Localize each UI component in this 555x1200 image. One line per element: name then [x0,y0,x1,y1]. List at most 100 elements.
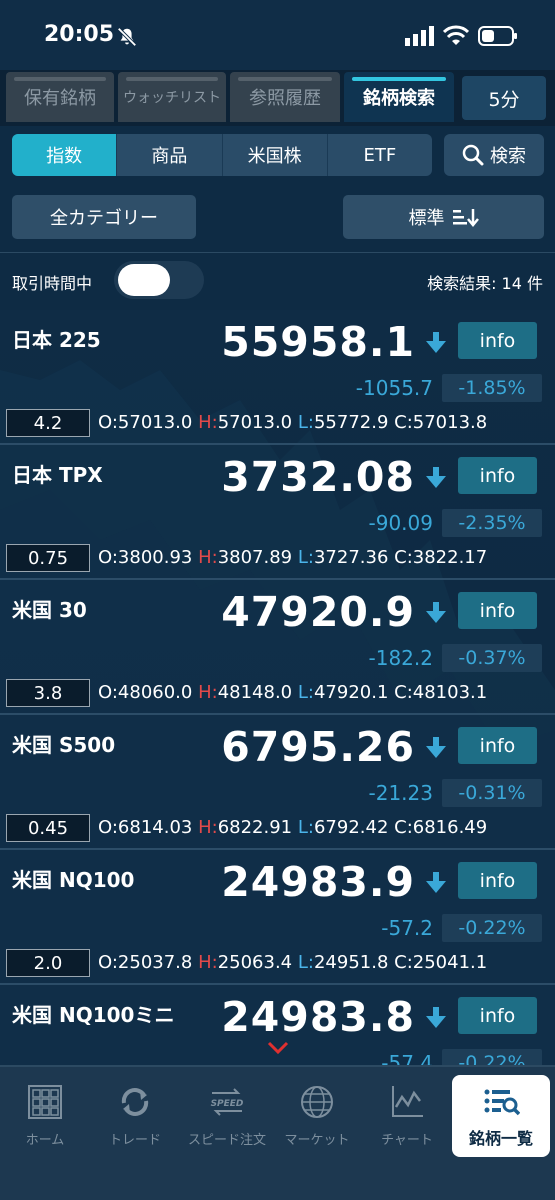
search-button[interactable]: 検索 [444,134,544,176]
instrument-price: 24983.8 [221,993,415,1041]
instrument-price: 6795.26 [221,723,415,771]
instrument-name: 日本 TPX [12,463,103,487]
open-value: 3800.93 [117,547,193,568]
info-button[interactable]: info [458,457,537,494]
wifi-icon [443,25,469,45]
instrument-row[interactable]: 米国 NQ100 24983.9 info -57.2 -0.22% 2.0 O… [0,850,555,985]
percent-change: -0.31% [442,779,542,807]
ohlc-values: O:57013.0 H:57013.0 L:55772.9 C:57013.8 [98,412,488,433]
instrument-name: 米国 30 [12,598,87,622]
segment-commodity[interactable]: 商品 [117,134,223,176]
chevron-down-icon[interactable] [266,1040,290,1056]
spread-value: 0.75 [6,544,90,572]
nav-chart[interactable]: チャート [362,1083,452,1153]
instrument-row[interactable]: 日本 TPX 3732.08 info -90.09 -2.35% 0.75 O… [0,445,555,580]
price-change: -21.23 [368,781,433,805]
category-filter-button[interactable]: 全カテゴリー [12,195,196,239]
nav-market[interactable]: マーケット [272,1083,362,1153]
percent-change: -0.37% [442,644,542,672]
search-icon [462,144,484,166]
low-value: 47920.1 [313,682,389,703]
instrument-price: 55958.1 [221,318,415,366]
instrument-name: 米国 S500 [12,733,116,757]
close-value: 48103.1 [412,682,488,703]
down-arrow-icon [426,1007,446,1028]
info-button[interactable]: info [458,322,537,359]
instrument-row[interactable]: 米国 30 47920.9 info -182.2 -0.37% 3.8 O:4… [0,580,555,715]
high-value: 25063.4 [217,952,293,973]
ohlc-values: O:6814.03 H:6822.91 L:6792.42 C:6816.49 [98,817,488,838]
down-arrow-icon [426,332,446,353]
segment-index[interactable]: 指数 [12,134,118,176]
trading-hours-label: 取引時間中 [12,274,93,293]
down-arrow-icon [426,467,446,488]
sort-icon [452,209,479,227]
instrument-list[interactable]: 日本 225 55958.1 info -1055.7 -1.85% 4.2 O… [0,310,555,1065]
sort-button[interactable]: 標準 [343,195,544,239]
grid-icon [28,1085,62,1119]
price-change: -57.2 [381,916,433,940]
nav-speed-order[interactable]: SPEED スピード注文 [182,1083,272,1153]
tab-watchlist[interactable]: ウォッチリスト [118,72,226,122]
status-time: 20:05 [44,22,115,47]
info-button[interactable]: info [458,862,537,899]
price-change: -90.09 [368,511,433,535]
price-change: -182.2 [368,646,433,670]
price-change: -1055.7 [355,376,433,400]
toggle-knob [118,264,170,296]
close-value: 3822.17 [412,547,488,568]
low-value: 6792.42 [313,817,389,838]
segment-etf[interactable]: ETF [328,134,432,176]
close-value: 57013.8 [412,412,488,433]
nav-home[interactable]: ホーム [0,1083,90,1153]
instrument-price: 3732.08 [221,453,415,501]
globe-icon [301,1086,333,1118]
open-value: 57013.0 [117,412,193,433]
down-arrow-icon [426,602,446,623]
search-label: 検索 [490,146,526,167]
percent-change: -0.22% [442,914,542,942]
battery-icon [478,26,517,46]
high-value: 6822.91 [217,817,293,838]
tab-history[interactable]: 参照履歴 [230,72,340,122]
divider [0,252,555,253]
instrument-name: 日本 225 [12,328,101,352]
down-arrow-icon [426,737,446,758]
info-button[interactable]: info [458,592,537,629]
app-screen: 20:05 保有銘柄 ウォッチリスト 参照履歴 銘柄検索 5分 指数 商品 米国… [0,0,555,1200]
status-bar: 20:05 [0,0,555,70]
percent-change: -1.85% [442,374,542,402]
info-button[interactable]: info [458,727,537,764]
close-value: 6816.49 [412,817,488,838]
category-segmented-control: 指数 商品 米国株 ETF [12,134,432,176]
close-value: 25041.1 [412,952,488,973]
info-button[interactable]: info [458,997,537,1034]
interval-button[interactable]: 5分 [462,76,546,120]
nav-symbol-list[interactable]: 銘柄一覧 [452,1075,550,1157]
spread-value: 4.2 [6,409,90,437]
ohlc-values: O:25037.8 H:25063.4 L:24951.8 C:25041.1 [98,952,488,973]
open-value: 25037.8 [117,952,193,973]
instrument-row[interactable]: 日本 225 55958.1 info -1055.7 -1.85% 4.2 O… [0,310,555,445]
bottom-nav-bar: ホーム トレード SPEED スピード注文 マーケット チャート 銘柄一覧 [0,1065,555,1200]
tab-symbol-search[interactable]: 銘柄検索 [344,72,454,122]
instrument-row[interactable]: 米国 S500 6795.26 info -21.23 -0.31% 0.45 … [0,715,555,850]
search-results-count: 検索結果: 14 件 [427,274,543,293]
instrument-price: 24983.9 [221,858,415,906]
nav-trade[interactable]: トレード [90,1083,180,1153]
instrument-price: 47920.9 [221,588,415,636]
high-value: 3807.89 [217,547,293,568]
segment-us-stock[interactable]: 米国株 [223,134,328,176]
speed-icon: SPEED [211,1088,244,1116]
spread-value: 0.45 [6,814,90,842]
ohlc-values: O:3800.93 H:3807.89 L:3727.36 C:3822.17 [98,547,488,568]
percent-change: -0.22% [442,1049,542,1065]
trading-hours-toggle[interactable] [114,261,204,299]
open-value: 6814.03 [117,817,193,838]
bell-muted-icon [117,27,137,47]
low-value: 3727.36 [313,547,389,568]
high-value: 48148.0 [217,682,293,703]
tab-holdings[interactable]: 保有銘柄 [6,72,114,122]
down-arrow-icon [426,872,446,893]
list-search-icon [484,1089,520,1116]
